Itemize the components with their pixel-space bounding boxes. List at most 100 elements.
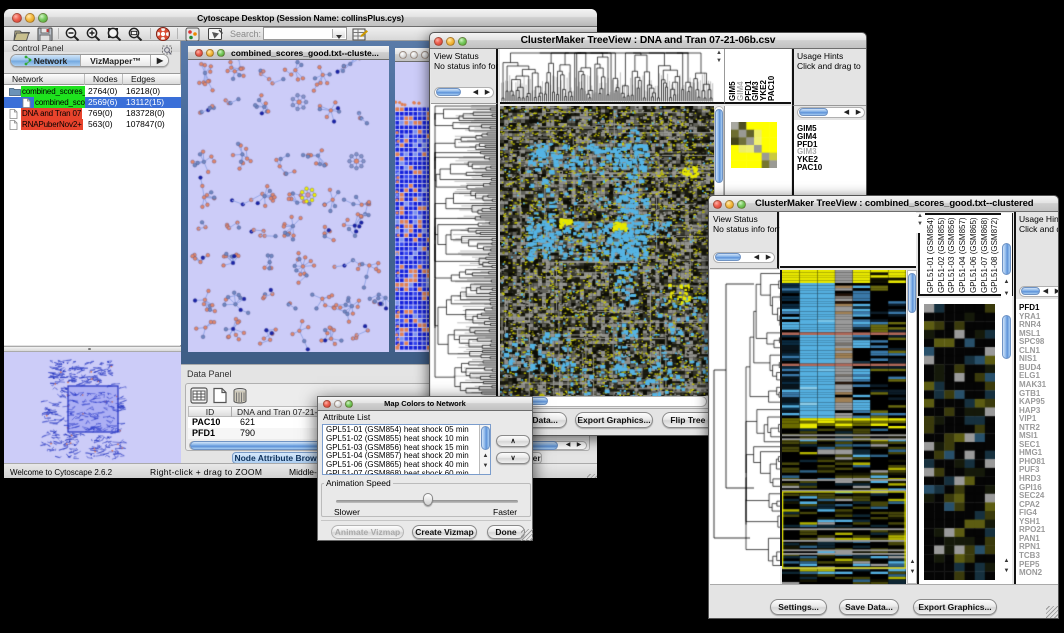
treeview2-vscrollbar[interactable]: ▲▼	[907, 270, 917, 584]
network-view-canvas[interactable]	[188, 60, 389, 352]
close-button[interactable]	[399, 51, 407, 59]
close-button[interactable]	[713, 200, 722, 209]
minimize-button[interactable]	[334, 400, 342, 408]
tiny-down-arrow[interactable]: ▼	[916, 221, 924, 227]
minimize-button[interactable]	[446, 37, 455, 46]
network-overview-canvas[interactable]	[4, 352, 181, 464]
treeview2-labels-vscrollbar[interactable]: ▲▼	[1001, 213, 1012, 313]
search-input[interactable]	[263, 27, 347, 40]
usage-hints-scrollbar[interactable]: ◀▶	[1019, 286, 1059, 297]
tiny-up-arrow[interactable]: ▲	[916, 213, 924, 219]
vizmapper-icon[interactable]	[185, 27, 200, 42]
scroll-right-arrow[interactable]: ▶	[1052, 287, 1059, 295]
scroll-right-arrow[interactable]: ▶	[574, 441, 584, 448]
view-status-scrollbar[interactable]: ◀▶	[434, 87, 494, 98]
scroll-down-arrow[interactable]: ▼	[1002, 291, 1011, 297]
dialog-button-animate-vizmap[interactable]: Animate Vizmap	[331, 525, 404, 539]
treeview1-column-dendrogram-canvas[interactable]	[500, 50, 714, 102]
list-vscrollbar[interactable]: ▲▼	[479, 425, 490, 474]
scroll-left-arrow[interactable]: ◀	[751, 253, 762, 261]
scroll-up-arrow[interactable]: ▲	[908, 559, 917, 565]
minimize-button[interactable]	[725, 200, 734, 209]
scroll-thumb[interactable]	[799, 108, 828, 116]
scroll-right-arrow[interactable]: ▶	[763, 253, 774, 261]
close-button[interactable]	[195, 49, 203, 57]
column-header-network[interactable]: Network	[4, 74, 85, 85]
search-dropdown-button[interactable]	[332, 29, 345, 38]
treeview2-window-titlebar[interactable]: ClusterMaker TreeView : combined_scores_…	[709, 196, 1058, 212]
close-button[interactable]	[323, 400, 331, 408]
scroll-thumb[interactable]	[908, 273, 916, 313]
network-name[interactable]: combined_sco	[34, 97, 85, 108]
attribute-list-item[interactable]: GPL51-07 (GSM868) heat shock 60 min	[326, 469, 469, 475]
attribute-list[interactable]: GPL51-01 (GSM854) heat shock 05 min GPL51…	[322, 424, 491, 475]
attribute-list-item[interactable]: GPL51-06 (GSM865) heat shock 40 min	[326, 460, 469, 469]
select-attributes-icon[interactable]	[190, 387, 208, 404]
scroll-left-arrow[interactable]: ◀	[1040, 287, 1051, 295]
minimize-button[interactable]	[206, 49, 214, 57]
file-icon[interactable]	[9, 120, 18, 130]
delete-attribute-icon[interactable]	[232, 387, 248, 404]
tiny-down-arrow[interactable]: ▼	[714, 58, 724, 64]
treeview2-sub-vscrollbar[interactable]: ▲▼	[1001, 313, 1012, 584]
attribute-list-item[interactable]: GPL51-04 (GSM857) heat shock 20 min	[326, 451, 469, 460]
scroll-up-arrow[interactable]: ▲	[1002, 279, 1011, 285]
network-name[interactable]: DNA and Tran 07	[21, 108, 82, 119]
slider-thumb[interactable]	[423, 493, 433, 506]
help-lifesaver-icon[interactable]	[155, 26, 171, 42]
minimize-button[interactable]	[410, 51, 418, 59]
zoom-button[interactable]	[38, 13, 48, 23]
scroll-right-arrow[interactable]: ▶	[482, 88, 493, 96]
treeview1-window-titlebar[interactable]: ClusterMaker TreeView : DNA and Tran 07-…	[430, 33, 866, 49]
folder-icon[interactable]	[9, 87, 21, 96]
treeview2-button[interactable]: Settings...	[770, 599, 827, 615]
scroll-thumb[interactable]	[1002, 315, 1011, 359]
zoom-button[interactable]	[737, 200, 746, 209]
treeview2-heatmap[interactable]	[782, 270, 906, 584]
scroll-thumb[interactable]	[436, 88, 461, 96]
main-title-bar[interactable]: Cytoscape Desktop (Session Name: collins…	[4, 9, 597, 27]
treeview1-mini-heatmap-canvas[interactable]	[731, 122, 777, 168]
save-icon[interactable]	[37, 27, 53, 42]
data-column-id[interactable]: ID	[189, 407, 231, 417]
close-button[interactable]	[12, 13, 22, 23]
treeview1-button[interactable]: Export Graphics...	[575, 412, 653, 428]
treeview1-row-dendrogram-canvas[interactable]	[431, 104, 496, 396]
network-frame-combined-titlebar[interactable]: combined_scores_good.txt--cluste...	[188, 46, 389, 60]
treeview2-resize-grip[interactable]	[1046, 606, 1058, 618]
column-header-edges[interactable]: Edges	[123, 74, 181, 85]
dialog-button-done[interactable]: Done	[487, 525, 525, 539]
network-name[interactable]: combined_scores_	[21, 86, 85, 97]
scroll-thumb[interactable]	[715, 253, 741, 261]
file-icon[interactable]	[9, 109, 18, 119]
minimize-button[interactable]	[25, 13, 35, 23]
open-folder-icon[interactable]	[13, 27, 31, 42]
annotation-icon[interactable]	[207, 27, 224, 42]
treeview2-button[interactable]: Export Graphics...	[913, 599, 997, 615]
attribute-list-item[interactable]: GPL51-01 (GSM854) heat shock 05 min	[326, 425, 469, 434]
network-overview[interactable]	[4, 352, 181, 463]
zoom-fit-icon[interactable]	[127, 27, 144, 42]
scroll-down-arrow[interactable]: ▼	[481, 463, 490, 469]
treeview2-button[interactable]: Save Data...	[839, 599, 899, 615]
scroll-thumb[interactable]	[1002, 243, 1011, 275]
tab-network[interactable]: Network	[11, 55, 81, 66]
dialog-resize-grip[interactable]	[521, 529, 533, 541]
attribute-table-icon[interactable]	[352, 27, 368, 42]
zoom-button[interactable]	[458, 37, 467, 46]
scroll-down-arrow[interactable]: ▼	[1002, 568, 1011, 574]
network-row[interactable]: combined_scores_2764(0)16218(0)	[4, 86, 181, 97]
zoom-button[interactable]	[217, 49, 225, 57]
network-row[interactable]: RNAPuberNov2+563(0)107847(0)	[4, 119, 181, 130]
scroll-thumb[interactable]	[1021, 287, 1040, 295]
tab-vizmapper[interactable]: VizMapper™	[81, 55, 151, 66]
treeview2-heatmap-canvas[interactable]	[782, 270, 906, 584]
scroll-up-arrow[interactable]: ▲	[1002, 558, 1011, 564]
tiny-up-arrow[interactable]: ▲	[714, 50, 724, 56]
usage-hints-scrollbar[interactable]: ◀▶	[797, 107, 865, 118]
attribute-list-item[interactable]: GPL51-03 (GSM856) heat shock 15 min	[326, 443, 469, 452]
scroll-thumb[interactable]	[481, 426, 490, 450]
zoom-in-icon[interactable]	[85, 27, 102, 42]
main-resize-grip[interactable]	[587, 474, 597, 478]
network-row[interactable]: combined_sco2569(6)13112(15)	[4, 97, 181, 108]
